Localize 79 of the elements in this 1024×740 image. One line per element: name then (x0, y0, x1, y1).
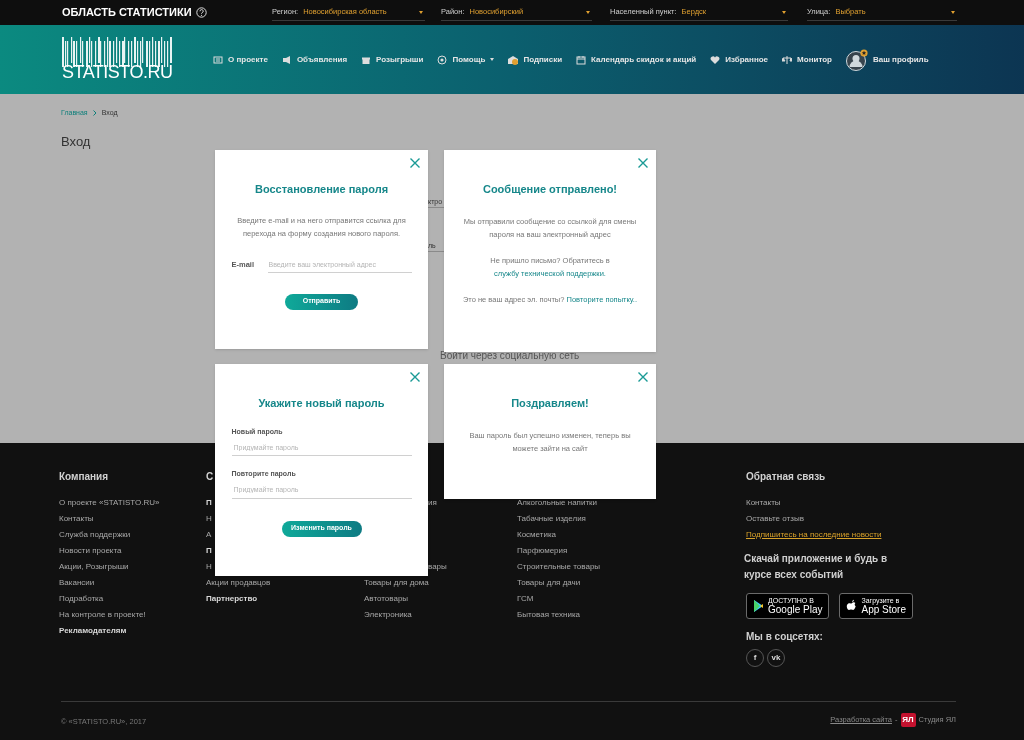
page-title: Вход (61, 133, 91, 151)
heart-icon (710, 54, 721, 65)
caret-icon (951, 10, 955, 14)
column-heading: Обратная связь (746, 470, 827, 484)
footer-link[interactable]: Новости проекта (59, 545, 122, 557)
site-title: ОБЛАСТЬ СТАТИСТИКИ (62, 5, 192, 21)
footer-link[interactable]: П (206, 545, 212, 557)
help-icon (195, 7, 207, 18)
footer-link[interactable]: Вакансии (59, 577, 95, 589)
nav-link[interactable]: О проекте (213, 53, 268, 66)
calendar-icon (576, 54, 587, 65)
footer-link[interactable]: Контакты (59, 513, 94, 525)
footer-link[interactable]: Служба поддержки (59, 529, 131, 541)
column-heading: С (206, 470, 214, 484)
footer-link[interactable]: Электроника (364, 609, 412, 621)
footer-link[interactable]: На контроле в проекте! (59, 609, 146, 621)
nav-link[interactable]: Подписки (508, 53, 563, 66)
close-button[interactable] (637, 371, 649, 383)
footer-link[interactable]: Товары для дачи (517, 577, 581, 589)
dialog-title: Сообщение отправлено! (482, 182, 618, 197)
close-icon (637, 371, 649, 383)
caret-icon (586, 10, 590, 14)
footer-link[interactable]: Рекламодателям (59, 625, 127, 637)
logo-text[interactable]: STATISTO.RU (62, 60, 173, 83)
app-promo-title: Скачай приложение и будь в курсе всех событий (744, 552, 889, 582)
column-heading: Компания (59, 470, 109, 484)
footer-link[interactable]: Товары для дома (364, 577, 429, 589)
nav-link[interactable]: Розыгрыши (361, 53, 424, 66)
footer-link[interactable]: Подработка (59, 593, 104, 605)
caret-icon (419, 10, 423, 14)
footer-link[interactable]: ия (428, 497, 437, 509)
dialog-title: Поздравляем! (511, 396, 589, 411)
footer-link[interactable]: Парфюмерия (517, 545, 568, 557)
close-button[interactable] (637, 157, 649, 169)
footer-link[interactable]: О проекте «STATISTO.RU» (59, 497, 160, 509)
nav-link[interactable]: Монитор (782, 53, 832, 66)
play-store-icon (753, 599, 764, 613)
footer-link[interactable]: ГСМ (517, 593, 534, 605)
megaphone-icon (281, 54, 292, 65)
avatar-icon (845, 48, 868, 71)
profile-link[interactable]: Ваш профиль (845, 48, 929, 71)
footer-link[interactable]: Алкогольные напитки (517, 497, 598, 509)
close-icon (409, 157, 421, 169)
studio-logo: ЯЛ (900, 713, 916, 727)
chevron-icon (92, 110, 97, 117)
footer-link[interactable]: Н (206, 561, 212, 573)
footer-link[interactable]: Косметика (517, 529, 557, 541)
social-login-title: Войти через социальную сеть (440, 349, 580, 363)
dialog-title: Восстановление пароля (254, 182, 389, 197)
close-button[interactable] (409, 371, 421, 383)
close-button[interactable] (409, 157, 421, 169)
caret-icon (782, 10, 786, 14)
footer-link[interactable]: Контакты (746, 497, 781, 509)
caret-icon (490, 58, 495, 61)
close-icon (409, 371, 421, 383)
footer-link[interactable]: Автотовары (364, 593, 409, 605)
apple-icon (846, 599, 858, 613)
subscribe-link[interactable]: Подпишитесь на последние новости (746, 529, 882, 541)
nav-link[interactable]: Объявления (281, 53, 348, 66)
nav-link[interactable]: Избранное (710, 53, 769, 66)
footer-link[interactable]: вары (428, 561, 447, 573)
document-icon (213, 54, 223, 65)
footer-link[interactable]: Табачные изделия (517, 513, 586, 525)
footer-link[interactable]: Акции, Розыгрыши (59, 561, 129, 573)
footer-link[interactable]: Оставьте отзыв (746, 513, 804, 525)
footer-link[interactable]: Акции продавцов (206, 577, 271, 589)
nav-link[interactable]: Календарь скидок и акций (576, 53, 697, 66)
nav-link[interactable]: Помощь (437, 53, 495, 66)
dialog-title: Укажите новый пароль (258, 396, 385, 411)
footer-link[interactable]: Н (206, 513, 212, 525)
barcode-icon (62, 36, 172, 67)
footer-link[interactable]: П (206, 497, 212, 509)
footer-link[interactable]: Бытовая техника (517, 609, 581, 621)
footer-link[interactable]: Партнерство (206, 593, 258, 605)
close-icon (637, 157, 649, 169)
scales-icon (782, 54, 793, 65)
footer-link[interactable]: Строительные товары (517, 561, 601, 573)
footer-link[interactable]: А (206, 529, 212, 541)
social-title: Мы в соцсетях: (746, 630, 824, 644)
